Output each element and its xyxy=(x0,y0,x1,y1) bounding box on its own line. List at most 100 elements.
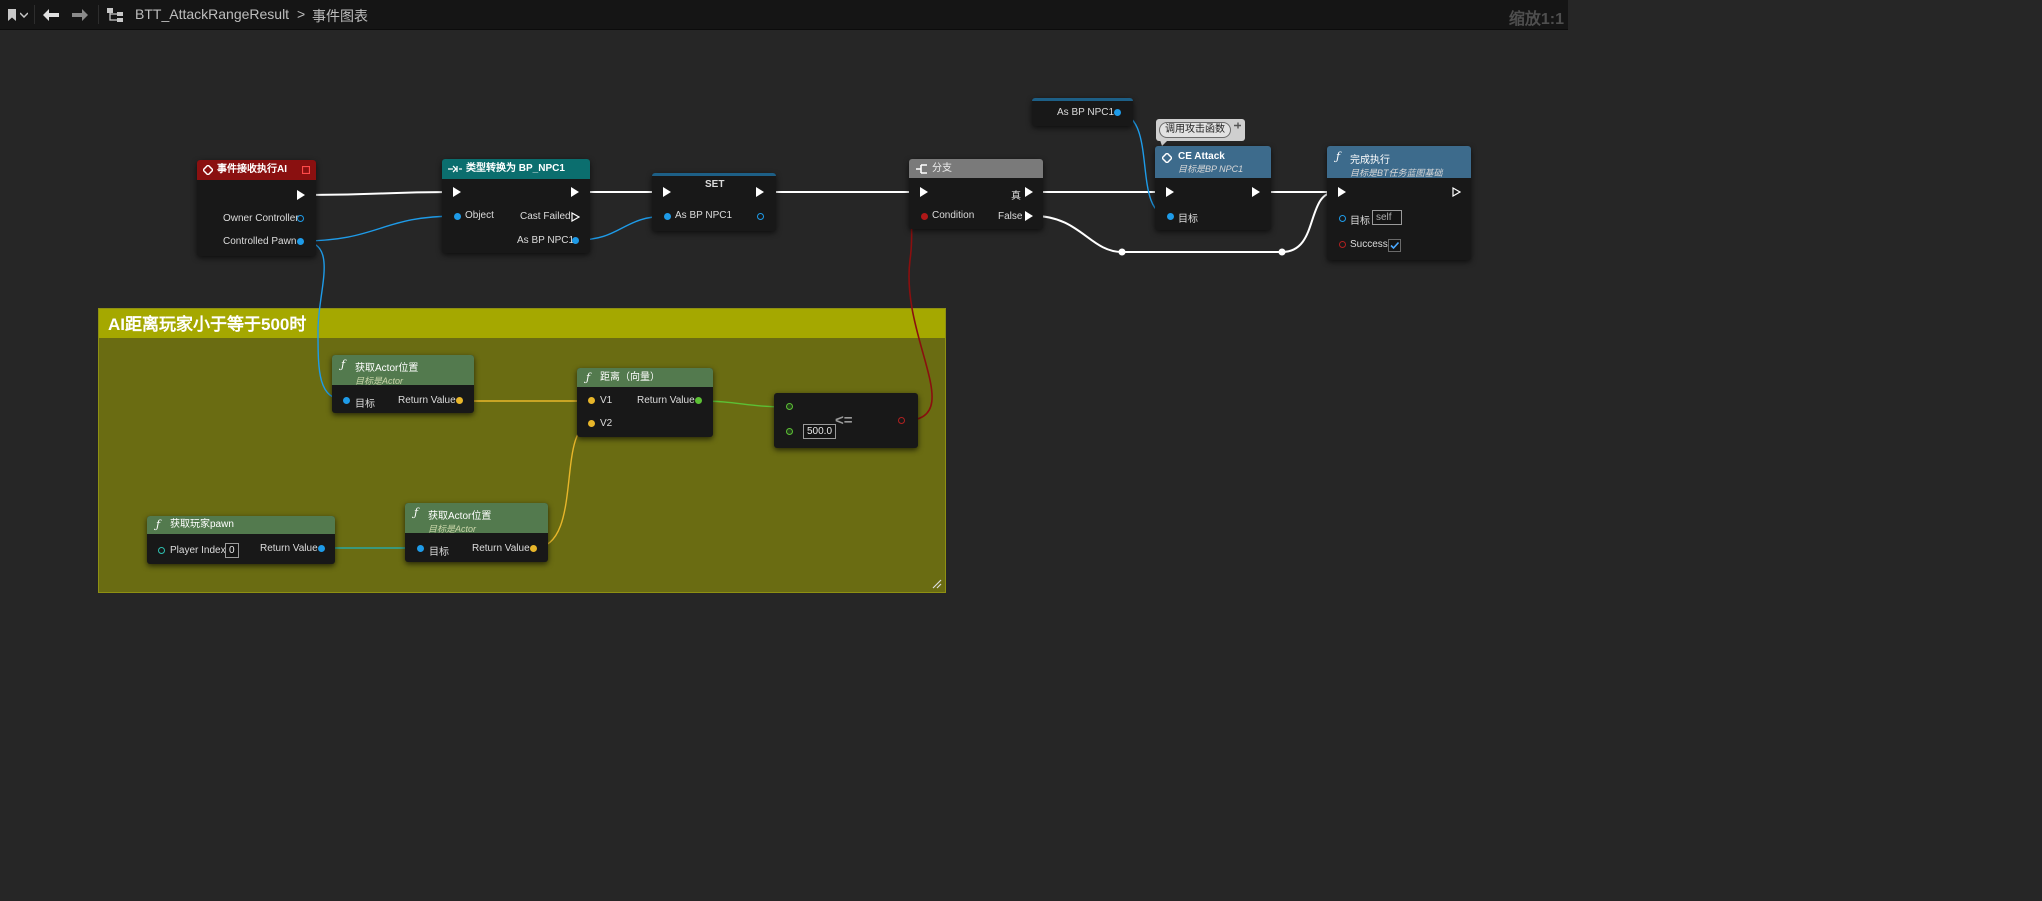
reroute-node xyxy=(1118,248,1126,256)
resize-handle-icon[interactable] xyxy=(932,579,942,589)
target-self-field[interactable]: self xyxy=(1372,210,1402,225)
graph-button[interactable] xyxy=(105,0,125,29)
owner-controller-pin[interactable] xyxy=(297,215,304,222)
node-comment-bubble[interactable]: 调用攻击函数 xyxy=(1156,119,1245,146)
breadcrumb-asset[interactable]: BTT_AttackRangeResult xyxy=(135,6,289,22)
cast-icon xyxy=(448,165,462,173)
result-pin[interactable] xyxy=(898,417,905,424)
condition-pin[interactable] xyxy=(921,213,928,220)
as-bp-npc1-label: As BP NPC1 xyxy=(675,210,733,221)
return-value-label: Return Value xyxy=(398,395,456,406)
get-variable-pin[interactable] xyxy=(1114,109,1121,116)
get-variable-label: As BP NPC1 xyxy=(1057,107,1115,118)
get-actor-location-node[interactable]: ƒ 获取Actor位置 目标是Actor 目标 Return Value xyxy=(405,503,548,562)
success-pin[interactable] xyxy=(1339,241,1346,248)
player-index-field[interactable]: 0 xyxy=(225,543,239,558)
return-value-label: Return Value xyxy=(637,395,695,406)
delegate-icon[interactable] xyxy=(302,166,310,174)
as-bp-npc1-label: As BP NPC1 xyxy=(517,235,575,246)
exec-in-pin[interactable] xyxy=(920,187,928,197)
target-label: 目标 xyxy=(1178,214,1198,225)
exec-out-pin[interactable] xyxy=(756,187,764,197)
zoom-level: 缩放1:1 xyxy=(1508,11,1564,28)
ce-attack-node[interactable]: CE Attack 目标是BP NPC1 目标 xyxy=(1155,146,1271,230)
exec-out-pin[interactable] xyxy=(1452,187,1461,197)
get-player-pawn-node[interactable]: ƒ 获取玩家pawn Player Index 0 Return Value xyxy=(147,516,335,564)
compare-value-field[interactable]: 500.0 xyxy=(803,424,837,439)
event-icon xyxy=(203,165,213,175)
compare-node[interactable]: 500.0 <= xyxy=(774,393,918,448)
get-actor-location-title: 获取Actor位置 xyxy=(355,363,419,374)
exec-wire-event-cast xyxy=(305,191,453,196)
success-checkbox[interactable] xyxy=(1388,239,1401,252)
as-bp-npc1-out-pin[interactable] xyxy=(757,213,764,220)
cast-failed-exec-pin[interactable] xyxy=(571,212,580,222)
target-pin[interactable] xyxy=(1167,213,1174,220)
event-node-header: 事件接收执行AI xyxy=(197,160,316,180)
target-label: 目标 xyxy=(355,399,375,410)
event-node-title: 事件接收执行AI xyxy=(217,164,287,175)
object-pin[interactable] xyxy=(454,213,461,220)
back-button[interactable] xyxy=(40,0,62,29)
return-value-pin[interactable] xyxy=(695,397,702,404)
exec-in-pin[interactable] xyxy=(1338,187,1346,197)
checkmark-icon xyxy=(1390,241,1400,250)
a-pin[interactable] xyxy=(786,403,793,410)
return-value-label: Return Value xyxy=(472,543,530,554)
true-exec-pin[interactable] xyxy=(1025,187,1033,197)
player-index-pin[interactable] xyxy=(158,547,165,554)
target-pin[interactable] xyxy=(343,397,350,404)
exec-out-pin[interactable] xyxy=(297,190,305,200)
return-value-pin[interactable] xyxy=(456,397,463,404)
function-icon: ƒ xyxy=(586,371,591,384)
as-bp-npc1-in-pin[interactable] xyxy=(664,213,671,220)
exec-out-pin[interactable] xyxy=(571,187,579,197)
node-comment-text: 调用攻击函数 xyxy=(1159,122,1231,138)
bookmark-icon xyxy=(8,8,16,21)
cast-node[interactable]: 类型转换为 BP_NPC1 Object Cast Failed As BP N… xyxy=(442,159,590,253)
exec-in-pin[interactable] xyxy=(453,187,461,197)
return-value-pin[interactable] xyxy=(318,545,325,552)
controlled-pawn-pin[interactable] xyxy=(297,238,304,245)
get-variable-node[interactable]: As BP NPC1 xyxy=(1032,98,1133,126)
as-bp-npc1-pin[interactable] xyxy=(572,237,579,244)
branch-node[interactable]: 分支 真 Condition False xyxy=(909,159,1043,229)
editor-toolbar: BTT_AttackRangeResult > 事件图表 缩放1:1 xyxy=(0,0,1568,30)
finish-execute-node-header: ƒ 完成执行 目标是BT任务蓝图基础 xyxy=(1327,146,1471,178)
bookmark-dropdown-button[interactable] xyxy=(18,0,30,29)
set-node-title: SET xyxy=(705,179,725,190)
target-label: 目标 xyxy=(1350,216,1370,227)
function-icon: ƒ xyxy=(414,506,419,519)
compare-operator: <= xyxy=(835,412,853,429)
condition-label: Condition xyxy=(932,210,975,221)
target-pin[interactable] xyxy=(1339,215,1346,222)
v1-pin[interactable] xyxy=(588,397,595,404)
success-label: Success xyxy=(1350,239,1388,250)
pin-icon[interactable] xyxy=(1233,121,1242,130)
breadcrumb-graph[interactable]: 事件图表 xyxy=(312,6,368,26)
finish-execute-node[interactable]: ƒ 完成执行 目标是BT任务蓝图基础 目标 self Success xyxy=(1327,146,1471,260)
false-label: False xyxy=(998,211,1023,222)
exec-in-pin[interactable] xyxy=(663,187,671,197)
cast-failed-label: Cast Failed xyxy=(520,211,571,222)
set-node[interactable]: SET As BP NPC1 xyxy=(652,173,776,231)
ce-attack-node-subtitle: 目标是BP NPC1 xyxy=(1178,164,1244,174)
get-actor-location-subtitle: 目标是Actor xyxy=(428,524,477,533)
forward-button[interactable] xyxy=(69,0,91,29)
branch-node-header: 分支 xyxy=(909,159,1043,178)
ce-attack-node-title: CE Attack xyxy=(1178,151,1225,162)
target-pin[interactable] xyxy=(417,545,424,552)
false-exec-pin[interactable] xyxy=(1025,211,1033,221)
return-value-pin[interactable] xyxy=(530,545,537,552)
distance-node[interactable]: ƒ 距离（向量） V1 Return Value V2 xyxy=(577,368,713,437)
comment-title[interactable]: AI距离玩家小于等于500时 xyxy=(99,309,945,338)
v2-pin[interactable] xyxy=(588,420,595,427)
exec-in-pin[interactable] xyxy=(1166,187,1174,197)
exec-out-pin[interactable] xyxy=(1252,187,1260,197)
owner-controller-label: Owner Controller xyxy=(223,213,299,224)
get-actor-location-node[interactable]: ƒ 获取Actor位置 目标是Actor 目标 Return Value xyxy=(332,355,474,413)
get-actor-location-title: 获取Actor位置 xyxy=(428,511,492,522)
event-node[interactable]: 事件接收执行AI Owner Controller Controlled Paw… xyxy=(197,160,316,256)
ce-attack-node-header: CE Attack 目标是BP NPC1 xyxy=(1155,146,1271,178)
b-pin[interactable] xyxy=(786,428,793,435)
